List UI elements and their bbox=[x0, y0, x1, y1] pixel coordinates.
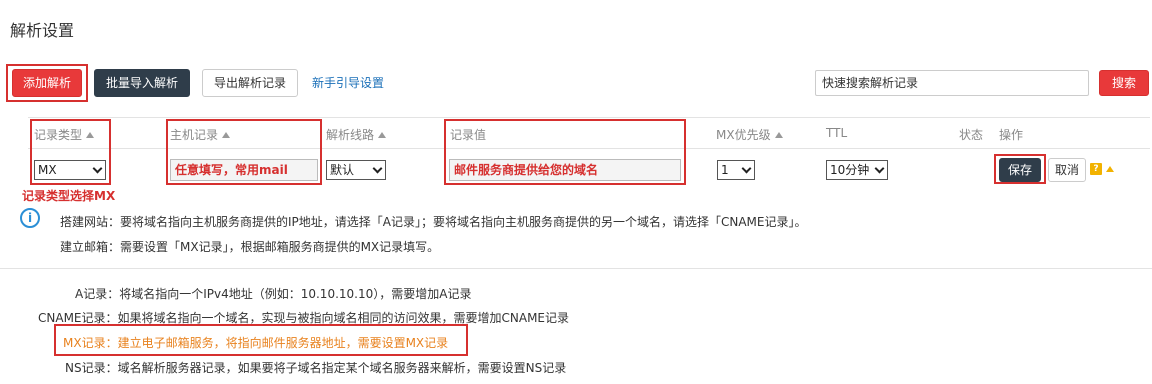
line-select[interactable]: 默认 bbox=[326, 160, 386, 180]
header-status: 状态 bbox=[959, 128, 984, 142]
chevron-down-icon bbox=[874, 163, 885, 174]
info-line-email: 建立邮箱：需要设置「MX记录」，根据邮箱服务商提供的MX记录填写。 bbox=[60, 240, 440, 254]
sort-up-icon bbox=[774, 132, 783, 138]
chevron-down-icon bbox=[372, 163, 383, 174]
chevron-down-icon bbox=[741, 163, 752, 174]
record-type-hint: 记录类型选择MX bbox=[22, 189, 116, 203]
header-actions: 操作 bbox=[999, 128, 1024, 142]
host-input[interactable]: 任意填写，常用mail bbox=[170, 159, 318, 181]
export-records-button[interactable]: 导出解析记录 bbox=[202, 69, 298, 97]
value-input[interactable]: 邮件服务商提供给您的域名 bbox=[449, 159, 681, 181]
cancel-button[interactable]: 取消 bbox=[1048, 158, 1086, 182]
sort-up-icon bbox=[378, 132, 387, 138]
guide-settings-link[interactable]: 新手引导设置 bbox=[312, 74, 384, 91]
mx-priority-select[interactable]: 1 bbox=[717, 160, 755, 180]
header-line[interactable]: 解析线路 bbox=[326, 126, 387, 143]
batch-import-button[interactable]: 批量导入解析 bbox=[94, 69, 190, 97]
page-title: 解析设置 bbox=[10, 21, 75, 40]
chevron-down-icon bbox=[92, 163, 103, 174]
save-button[interactable]: 保存 bbox=[999, 158, 1041, 182]
collapse-up-icon[interactable] bbox=[1106, 166, 1114, 172]
add-button-highlight bbox=[6, 64, 88, 102]
record-type-select[interactable]: MX bbox=[34, 160, 106, 180]
mx-help-highlight bbox=[54, 324, 468, 356]
header-ttl: TTL bbox=[826, 126, 848, 140]
info-line-website: 搭建网站：要将域名指向主机服务商提供的IP地址，请选择「A记录」；要将域名指向主… bbox=[60, 215, 807, 229]
header-mx-priority[interactable]: MX优先级 bbox=[716, 126, 783, 143]
search-input[interactable]: 快速搜索解析记录 bbox=[815, 70, 1089, 96]
section-divider bbox=[0, 268, 1152, 269]
info-icon: i bbox=[20, 208, 40, 228]
ttl-select[interactable]: 10分钟 bbox=[826, 160, 888, 180]
help-a-record: A记录：将域名指向一个IPv4地址（例如：10.10.10.10），需要增加A记… bbox=[75, 287, 472, 301]
search-button[interactable]: 搜索 bbox=[1099, 70, 1149, 96]
help-icon[interactable]: ? bbox=[1090, 163, 1102, 175]
help-ns-record: NS记录：域名解析服务器记录，如果要将子域名指定某个域名服务器来解析，需要设置N… bbox=[65, 361, 567, 375]
